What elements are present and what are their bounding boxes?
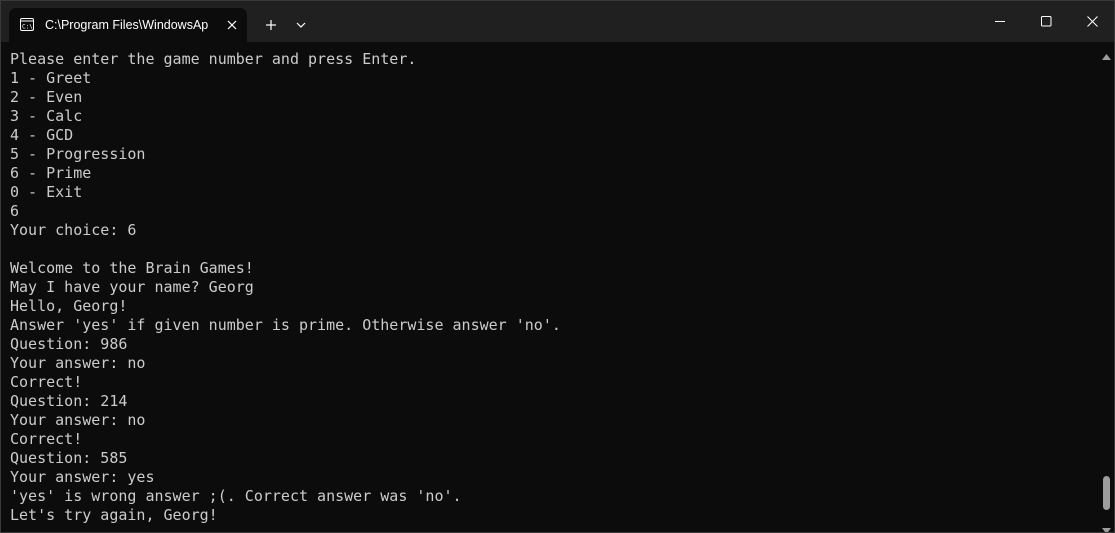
terminal-line: 6 <box>10 202 20 220</box>
maximize-icon <box>1041 16 1052 27</box>
terminal-line: Your answer: yes <box>10 468 155 486</box>
terminal-line: 5 - Progression <box>10 145 146 163</box>
terminal-line: 3 - Calc <box>10 107 83 125</box>
terminal-line: 'yes' is wrong answer ;(. Correct answer… <box>10 487 462 505</box>
tab-active[interactable]: C:\ C:\Program Files\WindowsAp <box>9 8 247 42</box>
terminal-output[interactable]: Please enter the game number and press E… <box>1 42 1099 532</box>
tab-title: C:\Program Files\WindowsAp <box>45 18 209 32</box>
plus-icon[interactable] <box>260 16 282 34</box>
terminal-line: Correct! <box>10 373 83 391</box>
terminal-line: Please enter the game number and press E… <box>10 50 417 68</box>
terminal-line: Your choice: 6 <box>10 221 137 239</box>
terminal-line: May I have your name? Georg <box>10 278 254 296</box>
vertical-scrollbar[interactable] <box>1099 42 1114 532</box>
terminal-line: 1 - Greet <box>10 69 92 87</box>
svg-text:C:\: C:\ <box>22 24 33 31</box>
terminal-line: 4 - GCD <box>10 126 74 144</box>
terminal-line: Hello, Georg! <box>10 297 128 315</box>
chevron-down-icon[interactable] <box>1102 521 1111 532</box>
close-icon <box>1087 16 1098 27</box>
terminal-line: Question: 986 <box>10 335 128 353</box>
title-bar[interactable]: C:\ C:\Program Files\WindowsAp <box>1 1 1114 42</box>
close-button[interactable] <box>1069 1 1114 42</box>
terminal-window: C:\ C:\Program Files\WindowsAp Please en… <box>0 0 1115 533</box>
terminal-line: Welcome to the Brain Games! <box>10 259 254 277</box>
terminal-lines: Please enter the game number and press E… <box>10 50 561 525</box>
terminal-icon: C:\ <box>20 18 34 31</box>
terminal-line: Your answer: no <box>10 354 146 372</box>
terminal-line: Answer 'yes' if given number is prime. O… <box>10 316 561 334</box>
terminal-line: Question: 214 <box>10 392 128 410</box>
terminal-line: 0 - Exit <box>10 183 83 201</box>
minimize-button[interactable] <box>977 1 1023 42</box>
terminal-line: Your answer: no <box>10 411 146 429</box>
terminal-line: 6 - Prime <box>10 164 92 182</box>
chevron-up-icon[interactable] <box>1102 47 1111 60</box>
maximize-button[interactable] <box>1023 1 1069 42</box>
terminal-line: Let's try again, Georg! <box>10 506 218 524</box>
scrollbar-thumb[interactable] <box>1103 476 1110 510</box>
terminal-line: Correct! <box>10 430 83 448</box>
terminal-line: 2 - Even <box>10 88 83 106</box>
minimize-icon <box>995 21 1005 22</box>
terminal-line: Question: 585 <box>10 449 128 467</box>
chevron-down-icon[interactable] <box>290 16 312 34</box>
close-icon[interactable] <box>225 18 239 32</box>
